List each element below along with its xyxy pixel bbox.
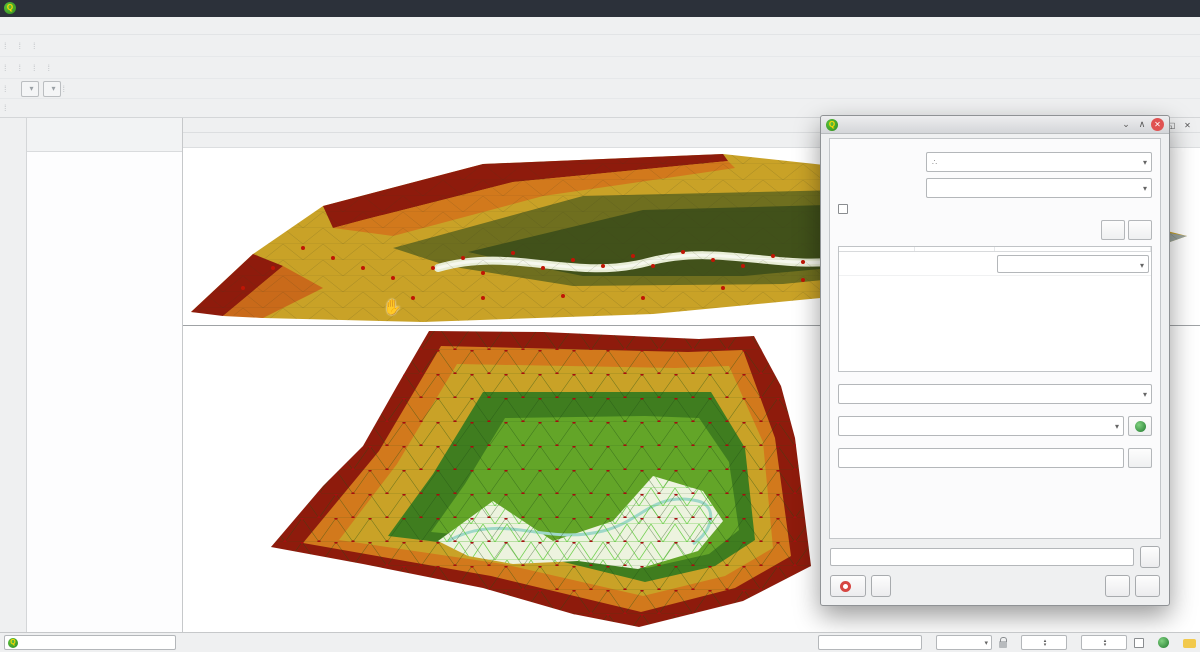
table-empty-area (839, 276, 1151, 371)
spin-arrows-icon[interactable]: ▴▾ (1104, 639, 1107, 647)
dialog-tabs (821, 134, 1169, 139)
run-button[interactable] (1105, 575, 1130, 597)
globe-icon (1135, 421, 1146, 432)
value-on-vertex-combo[interactable] (926, 178, 1152, 198)
toolbar-digitizing (0, 57, 1200, 79)
statusbar: Q ▴▾ ▴▾ (0, 632, 1200, 652)
browse-file-button[interactable] (1128, 448, 1152, 468)
help-icon (840, 581, 851, 592)
tin-mesh-creation-dialog: Q ⌄ ∧ ✕ ∴ (820, 115, 1170, 606)
scale-combo[interactable] (936, 635, 992, 650)
progress-bar (830, 548, 1134, 566)
vertex-layers-table (838, 246, 1152, 372)
menubar (0, 17, 1200, 35)
output-format-combo[interactable] (838, 384, 1152, 404)
dialog-shade-icon[interactable]: ∧ (1135, 118, 1149, 132)
manage-layers-toolbar (0, 118, 27, 632)
qgis-window: Q ▾ ▾ (0, 0, 1200, 652)
layers-panel-title (27, 118, 182, 133)
crs-status-icon[interactable] (1158, 637, 1169, 648)
column-header[interactable] (915, 247, 995, 251)
cancel-button[interactable] (1140, 546, 1160, 568)
dialog-menu-icon[interactable]: ⌄ (1119, 118, 1133, 132)
rotation-spinbox[interactable]: ▴▾ (1081, 635, 1127, 650)
locator-input[interactable]: Q (4, 635, 176, 650)
select-crs-button[interactable] (1128, 416, 1152, 436)
column-header[interactable] (839, 247, 915, 251)
column-header[interactable] (995, 247, 1151, 251)
spin-arrows-icon[interactable]: ▴▾ (1044, 639, 1047, 647)
titlebar: Q (0, 0, 1200, 17)
run-as-batch-button[interactable] (871, 575, 891, 597)
hand-cursor-icon: ✋ (383, 298, 402, 316)
toolbar-main (0, 35, 1200, 57)
dialog-close-icon[interactable]: ✕ (1151, 118, 1164, 131)
remove-row-button[interactable] (1128, 220, 1152, 240)
output-crs-combo[interactable] (838, 416, 1124, 436)
layers-tree (27, 151, 182, 632)
label-font-size-combo[interactable]: ▾ (21, 81, 39, 97)
close-button[interactable] (1135, 575, 1160, 597)
dialog-titlebar[interactable]: Q ⌄ ∧ ✕ (821, 116, 1169, 134)
chevron-down-icon: ▾ (52, 84, 56, 93)
chevron-down-icon: ▾ (30, 84, 34, 93)
label-font-unit-combo[interactable]: ▾ (43, 81, 61, 97)
point-layer-icon: ∴ (932, 158, 937, 167)
dialog-parameters-area: ∴ (829, 138, 1161, 539)
vector-layer-combo[interactable]: ∴ (926, 152, 1152, 172)
coordinate-input[interactable] (818, 635, 922, 650)
layers-panel-toolbar (27, 133, 182, 151)
table-row[interactable] (839, 252, 1151, 276)
close-panel-icon[interactable]: ✕ (1181, 119, 1194, 131)
output-file-input[interactable] (838, 448, 1124, 468)
help-button[interactable] (830, 575, 866, 597)
messages-icon[interactable] (1183, 639, 1196, 648)
toolbar-labels: ▾ ▾ (0, 79, 1200, 99)
use-z-checkbox[interactable] (838, 204, 848, 214)
locator-icon: Q (8, 638, 18, 648)
qgis-logo-icon: Q (826, 119, 838, 131)
qgis-logo-icon: Q (4, 2, 16, 14)
layers-panel (27, 118, 183, 632)
magnifier-spinbox[interactable]: ▴▾ (1021, 635, 1067, 650)
cell-type-combo[interactable] (997, 255, 1149, 273)
add-row-button[interactable] (1101, 220, 1125, 240)
lock-scale-icon[interactable] (999, 641, 1007, 648)
render-checkbox[interactable] (1134, 638, 1144, 648)
